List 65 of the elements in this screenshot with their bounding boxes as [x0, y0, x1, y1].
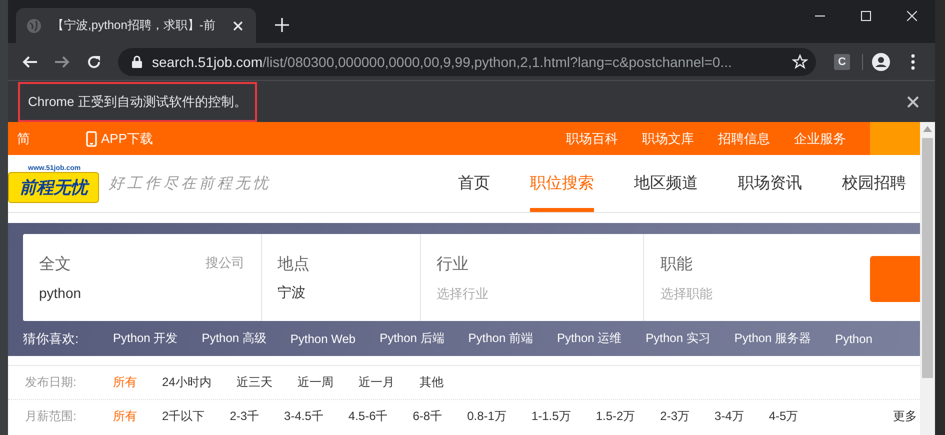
suggestions-label: 猜你喜欢:: [23, 330, 80, 348]
nav-tab[interactable]: 校园招聘: [842, 155, 906, 212]
filter-option[interactable]: 4-5万: [768, 408, 798, 425]
tab-title: 【宁波,python招聘，求职】-前: [52, 17, 216, 34]
search-input[interactable]: 宁波: [278, 285, 404, 301]
back-arrow-icon: [22, 54, 38, 70]
reload-icon: [86, 54, 102, 70]
lock-icon: [130, 54, 144, 69]
close-icon: [231, 18, 245, 32]
field-label: 行业: [436, 254, 469, 275]
kebab-menu-icon: [911, 54, 915, 70]
star-icon[interactable]: [792, 54, 808, 70]
suggestion-link[interactable]: Python Web: [290, 332, 356, 346]
filter-option[interactable]: 24小时内: [162, 374, 212, 391]
close-icon: [907, 11, 917, 21]
filter-option[interactable]: 2-3万: [660, 408, 690, 425]
suggestion-link[interactable]: Python 运维: [556, 330, 622, 347]
address-bar[interactable]: search.51job.com/list/080300,000000,0000,00,9,99,python,2,1.html?lang=c&postchannel=0...: [118, 48, 816, 76]
extension-button[interactable]: C: [834, 54, 850, 70]
suggestion-link[interactable]: Python 开发: [113, 330, 178, 347]
field-label: 全文: [39, 254, 71, 275]
suggestion-link[interactable]: Python 实习: [646, 330, 710, 347]
scrollbar-thumb[interactable]: [922, 138, 933, 378]
search-input[interactable]: 选择职能: [660, 285, 854, 301]
filter-option[interactable]: 6-8千: [412, 408, 442, 425]
close-icon: [907, 96, 919, 108]
filter-option[interactable]: 1.5-2万: [596, 408, 636, 425]
suggestion-link[interactable]: Python 服务器: [734, 330, 812, 347]
suggestion-link[interactable]: Python 后端: [380, 330, 444, 347]
filter-option[interactable]: 2-3千: [230, 408, 260, 425]
filter-label: 月薪范围:: [25, 408, 78, 425]
maximize-icon: [861, 11, 871, 21]
filter-option[interactable]: 其他: [419, 374, 444, 391]
plus-icon: [274, 17, 290, 33]
filter-option[interactable]: 近一月: [358, 374, 394, 391]
field-label: 职能: [660, 255, 692, 275]
browser-tab[interactable]: 【宁波,python招聘，求职】-前: [16, 8, 256, 43]
filter-option[interactable]: 3-4万: [714, 408, 744, 425]
filter-option[interactable]: 2千以下: [162, 408, 205, 425]
scrollbar[interactable]: [920, 122, 935, 435]
filter-option[interactable]: 1-1.5万: [531, 408, 571, 425]
phone-icon: [86, 130, 97, 146]
logo[interactable]: 前程无忧: [8, 172, 99, 202]
search-input[interactable]: 选择行业: [436, 285, 628, 301]
url-text: search.51job.com/list/080300,000000,0000,00,9,99,python,2,1.html?lang=c&postchannel=0...: [152, 54, 733, 70]
globe-icon: [26, 18, 42, 34]
field-label: 地点: [278, 254, 310, 275]
forward-arrow-icon: [54, 54, 70, 70]
filter-option[interactable]: 0.8-1万: [467, 408, 506, 425]
nav-tab[interactable]: 地区频道: [634, 155, 698, 212]
suggestion-link[interactable]: Python 前端: [468, 330, 533, 347]
filter-option[interactable]: 近三天: [236, 374, 272, 391]
infobar-message: Chrome 正受到自动测试软件的控制。: [18, 82, 257, 122]
suggestion-link[interactable]: Python 高级: [202, 330, 266, 347]
filter-option[interactable]: 3-4.5千: [284, 408, 324, 425]
slogan: 好工作尽在前程无忧: [109, 174, 271, 193]
filter-label: 发布日期:: [25, 374, 78, 391]
suggestion-link[interactable]: Python: [835, 332, 872, 346]
filter-option[interactable]: 近一周: [297, 374, 334, 391]
search-input[interactable]: python: [39, 285, 245, 301]
nav-tab[interactable]: 首页: [458, 155, 490, 212]
avatar-icon: [872, 52, 890, 70]
filter-option[interactable]: 4.5-6千: [348, 408, 388, 425]
more-link[interactable]: 更多: [893, 408, 917, 425]
nav-tab[interactable]: 职场资讯: [738, 155, 802, 212]
